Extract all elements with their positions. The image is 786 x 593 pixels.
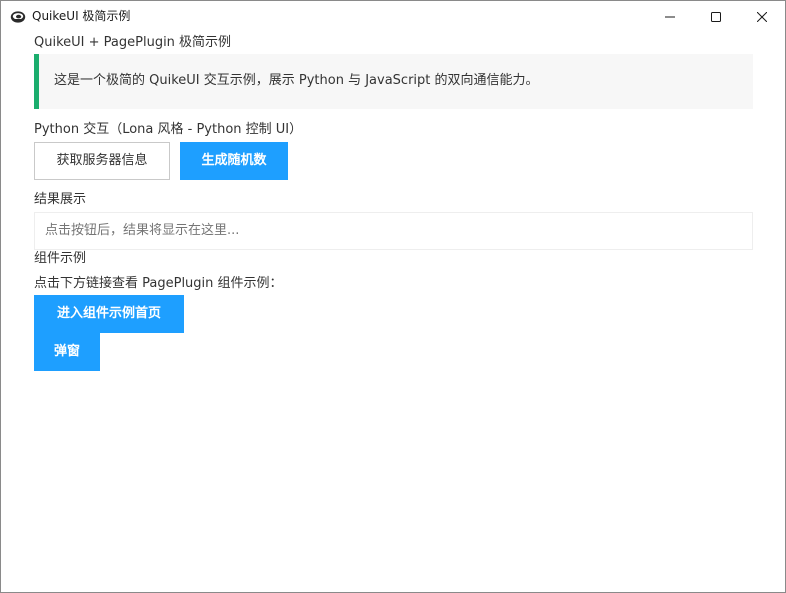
intro-text: 这是一个极简的 QuikeUI 交互示例，展示 Python 与 JavaScr… bbox=[54, 73, 539, 88]
python-section-label: Python 交互（Lona 风格 - Python 控制 UI） bbox=[34, 122, 303, 137]
window-title: QuikeUI 极简示例 bbox=[32, 9, 131, 23]
minimize-icon bbox=[665, 12, 675, 22]
minimize-button[interactable] bbox=[647, 1, 693, 32]
maximize-icon bbox=[711, 11, 721, 22]
result-display: 点击按钮后，结果将显示在这里... bbox=[34, 212, 753, 250]
close-button[interactable] bbox=[739, 1, 785, 32]
popup-button[interactable]: 弹窗 bbox=[34, 333, 100, 371]
maximize-button[interactable] bbox=[693, 1, 739, 32]
generate-random-button[interactable]: 生成随机数 bbox=[180, 142, 288, 180]
quikeui-app-icon bbox=[10, 9, 26, 23]
get-server-info-button[interactable]: 获取服务器信息 bbox=[34, 142, 170, 180]
close-icon bbox=[757, 11, 767, 22]
components-home-button[interactable]: 进入组件示例首页 bbox=[34, 295, 184, 333]
components-section-label: 组件示例 bbox=[34, 251, 87, 266]
components-hint: 点击下方链接查看 PagePlugin 组件示例： bbox=[34, 276, 283, 291]
app-window: QuikeUI 极简示例 QuikeUI + PagePlugin 极简示例 这… bbox=[0, 0, 786, 593]
title-bar[interactable]: QuikeUI 极简示例 bbox=[1, 1, 785, 32]
result-section-label: 结果展示 bbox=[34, 192, 87, 207]
page-title: QuikeUI + PagePlugin 极简示例 bbox=[34, 35, 232, 50]
intro-callout: 这是一个极简的 QuikeUI 交互示例，展示 Python 与 JavaScr… bbox=[34, 54, 753, 109]
